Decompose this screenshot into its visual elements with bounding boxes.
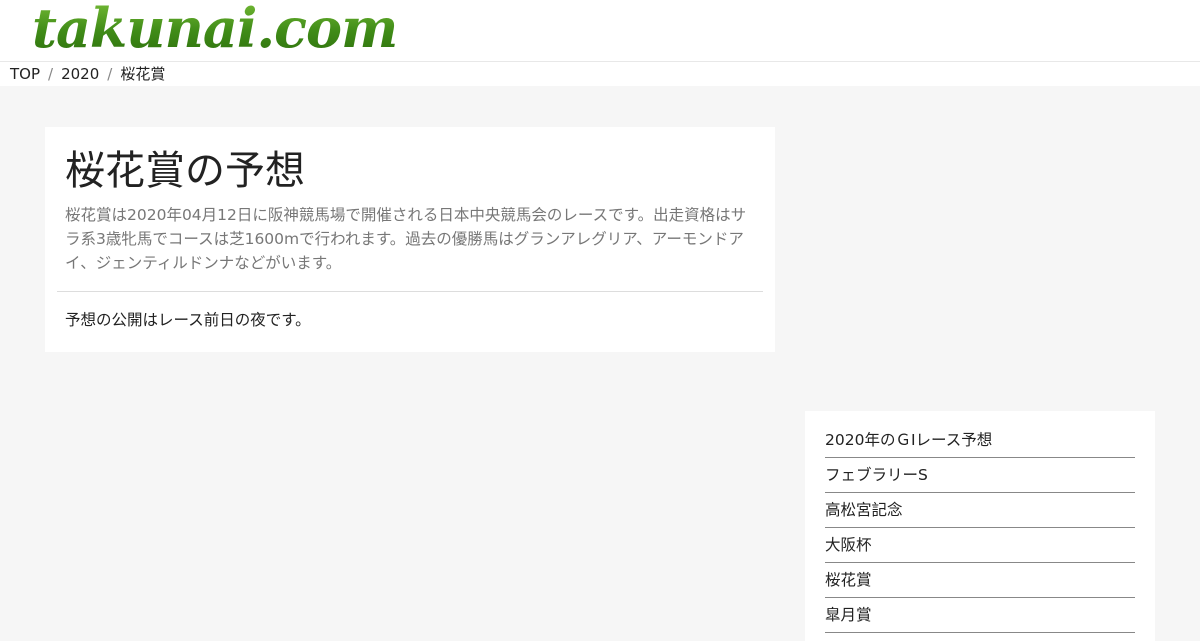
sidebar-item-oka-sho[interactable]: 桜花賞 [825, 571, 872, 589]
sidebar-item-satsuki-sho[interactable]: 皐月賞 [825, 606, 872, 624]
sidebar-item-february-stakes[interactable]: フェブラリーS [825, 466, 928, 484]
sidebar-item-takamatsunomiya-kinen[interactable]: 高松宮記念 [825, 501, 903, 519]
breadcrumb: TOP / 2020 / 桜花賞 [0, 62, 1200, 86]
breadcrumb-separator: / [48, 65, 54, 83]
breadcrumb-separator: / [107, 65, 113, 83]
sidebar-item-osaka-hai[interactable]: 大阪杯 [825, 536, 872, 554]
list-item: 皐月賞 [825, 598, 1135, 633]
race-link-list: 2020年のＧⅠレース予想 フェブラリーS 高松宮記念 大阪杯 桜花賞 皐月賞 [825, 423, 1135, 633]
breadcrumb-top-link[interactable]: TOP [10, 62, 40, 86]
site-header: takunai.com [0, 0, 1200, 62]
site-logo[interactable]: takunai.com [32, 0, 398, 60]
sidebar-race-list: 2020年のＧⅠレース予想 フェブラリーS 高松宮記念 大阪杯 桜花賞 皐月賞 [805, 411, 1155, 641]
sidebar-item-g1-2020[interactable]: 2020年のＧⅠレース予想 [825, 431, 992, 449]
list-item: 桜花賞 [825, 563, 1135, 598]
list-item: 2020年のＧⅠレース予想 [825, 423, 1135, 458]
list-item: 大阪杯 [825, 528, 1135, 563]
divider [57, 291, 763, 292]
breadcrumb-current: 桜花賞 [120, 65, 166, 83]
prediction-release-note: 予想の公開はレース前日の夜です。 [65, 311, 311, 329]
race-description: 桜花賞は2020年04月12日に阪神競馬場で開催される日本中央競馬会のレースです… [65, 206, 747, 272]
race-article-card: 桜花賞の予想 桜花賞は2020年04月12日に阪神競馬場で開催される日本中央競馬… [45, 127, 775, 352]
breadcrumb-year-link[interactable]: 2020 [61, 62, 99, 86]
list-item: 高松宮記念 [825, 493, 1135, 528]
list-item: フェブラリーS [825, 458, 1135, 493]
page-title: 桜花賞の予想 [65, 148, 305, 194]
